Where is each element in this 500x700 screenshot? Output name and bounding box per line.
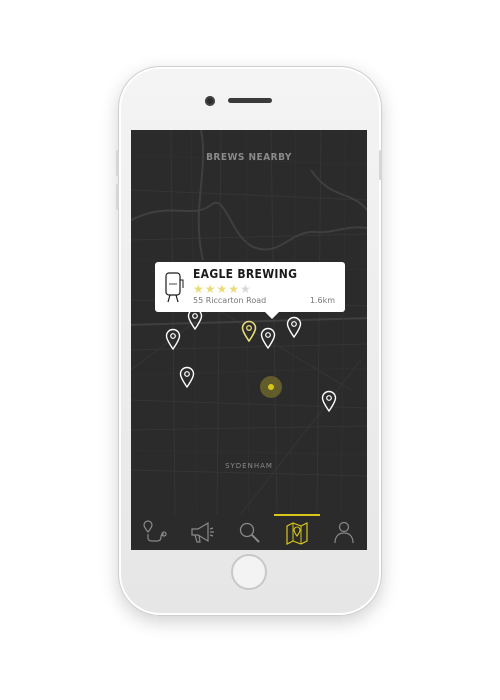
route-icon xyxy=(143,520,167,542)
active-tab-indicator xyxy=(274,514,320,516)
power-button xyxy=(379,150,382,180)
brewery-address: 55 Riccarton Road xyxy=(193,296,267,305)
map-pin[interactable] xyxy=(321,390,337,412)
map-pin[interactable] xyxy=(165,328,181,350)
map-district-label: SYDENHAM xyxy=(225,462,273,470)
megaphone-icon xyxy=(191,521,214,543)
map-pin[interactable] xyxy=(179,366,195,388)
tab-bar xyxy=(131,514,367,550)
rating-stars-empty: ★ xyxy=(240,282,252,296)
current-location-dot xyxy=(268,384,274,390)
tab-map[interactable] xyxy=(282,518,312,546)
map-pin-selected[interactable] xyxy=(241,320,257,342)
app-screen: BREWS NEARBY SYDENHAM EAGLE BREWING ★★★★… xyxy=(131,130,367,550)
tab-announcements[interactable] xyxy=(186,518,216,546)
brewery-tank-icon xyxy=(165,272,184,303)
rating-stars-filled: ★★★★ xyxy=(193,282,241,296)
home-button[interactable] xyxy=(231,554,267,590)
tab-profile[interactable] xyxy=(329,518,359,546)
brewery-name: EAGLE BREWING xyxy=(193,267,298,281)
tab-search[interactable] xyxy=(234,518,264,546)
map-pin[interactable] xyxy=(260,327,276,349)
map-pin-icon xyxy=(286,522,308,545)
search-icon xyxy=(239,522,260,543)
profile-icon xyxy=(334,521,354,544)
page-title: BREWS NEARBY xyxy=(206,152,292,163)
volume-button xyxy=(116,150,119,176)
front-camera xyxy=(205,96,215,106)
tab-route[interactable] xyxy=(139,518,169,546)
map-pin[interactable] xyxy=(286,316,302,338)
volume-button xyxy=(116,184,119,210)
brewery-distance: 1.6km xyxy=(309,296,335,305)
speaker-grille xyxy=(228,98,272,103)
current-location-marker xyxy=(260,376,282,398)
rating-stars: ★★★★★ xyxy=(193,283,252,295)
brewery-popup[interactable]: EAGLE BREWING ★★★★★ 55 Riccarton Road 1.… xyxy=(155,262,345,319)
